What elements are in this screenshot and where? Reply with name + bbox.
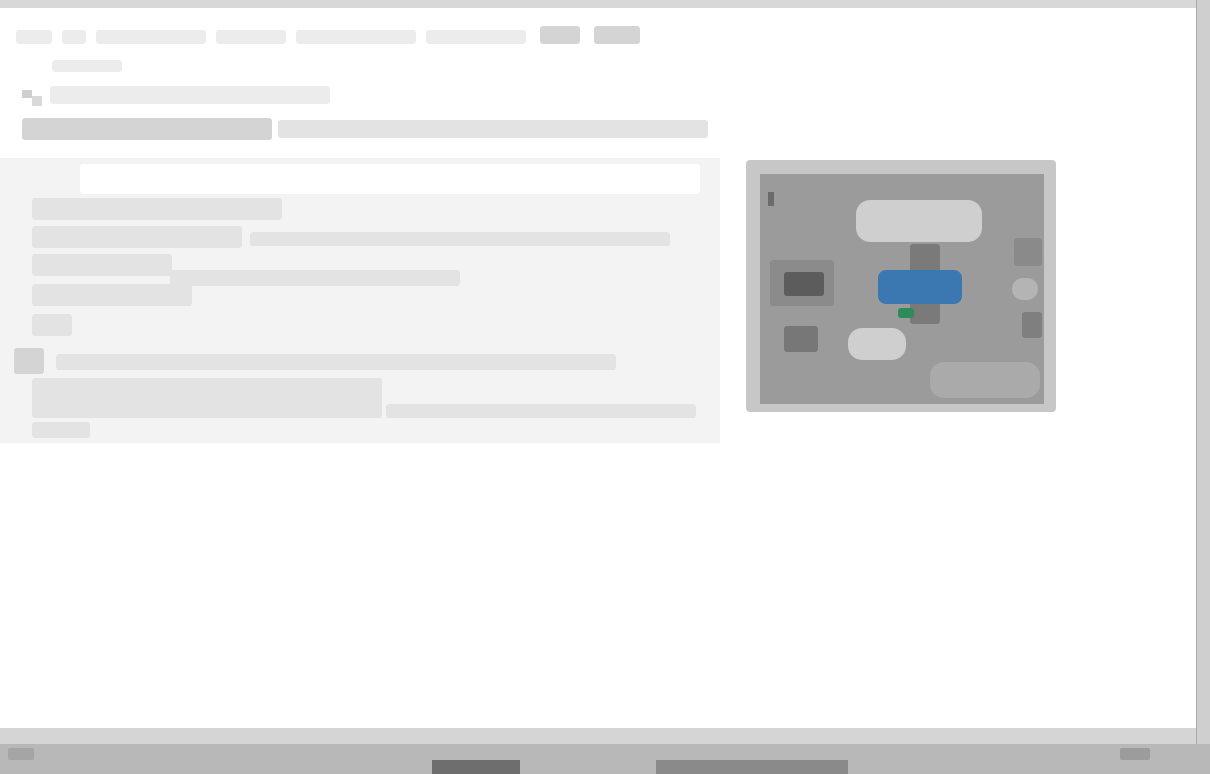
thumbnail-highlight xyxy=(898,308,914,318)
article-line xyxy=(32,284,192,306)
thumbnail-shape xyxy=(1022,312,1042,338)
article-line xyxy=(32,226,242,248)
article-line xyxy=(250,232,670,246)
thumbnail-shape xyxy=(1012,278,1038,300)
taskbar xyxy=(0,744,1210,774)
status-bar xyxy=(0,728,1196,744)
nav-link[interactable] xyxy=(96,30,206,44)
thumbnail-shape xyxy=(1014,238,1042,266)
article-line xyxy=(32,378,382,418)
article-line xyxy=(80,164,700,194)
browser-window xyxy=(0,0,1210,774)
article-line xyxy=(386,404,696,418)
site-name[interactable] xyxy=(50,86,330,104)
article-line xyxy=(170,270,460,286)
window-top-edge xyxy=(0,0,1210,8)
nav-link[interactable] xyxy=(594,26,640,44)
breadcrumb[interactable] xyxy=(52,60,122,72)
thumbnail-shape xyxy=(784,326,818,352)
nav-link[interactable] xyxy=(216,30,286,44)
article-line xyxy=(14,348,44,374)
article-line xyxy=(32,254,172,276)
thumbnail-figure[interactable] xyxy=(760,174,1044,404)
article-line xyxy=(32,314,72,336)
vertical-scrollbar[interactable] xyxy=(1196,0,1210,774)
article-line xyxy=(32,198,282,220)
taskbar-button[interactable] xyxy=(656,760,848,774)
nav-link[interactable] xyxy=(62,30,86,44)
thumbnail-shape xyxy=(784,272,824,296)
article-line xyxy=(56,354,616,370)
nav-link[interactable] xyxy=(540,26,580,44)
nav-link[interactable] xyxy=(426,30,526,44)
thumbnail-shape xyxy=(856,200,982,242)
taskbar-clock[interactable] xyxy=(1120,748,1150,760)
thumbnail-highlight xyxy=(878,270,962,304)
thumbnail-shape xyxy=(930,362,1040,398)
thumbnail-mark xyxy=(768,192,774,206)
nav-link[interactable] xyxy=(16,30,52,44)
app-logo-icon[interactable] xyxy=(22,88,44,108)
title-extension xyxy=(278,120,708,138)
thumbnail-shape xyxy=(848,328,906,360)
article-line xyxy=(32,422,90,438)
page-title xyxy=(22,118,272,140)
start-icon[interactable] xyxy=(8,748,34,760)
nav-link[interactable] xyxy=(296,30,416,44)
taskbar-button[interactable] xyxy=(432,760,520,774)
